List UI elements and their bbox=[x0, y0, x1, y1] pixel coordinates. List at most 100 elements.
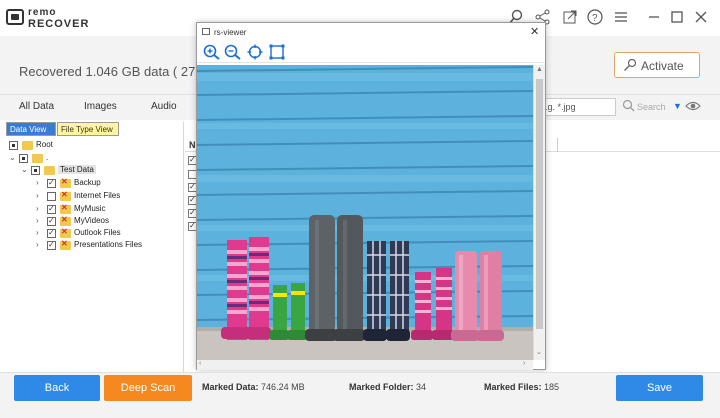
folder-icon bbox=[22, 141, 33, 150]
tree-node-outlook-files[interactable]: › Outlook Files bbox=[36, 227, 181, 240]
tree-node-mymusic[interactable]: › MyMusic bbox=[36, 203, 181, 216]
marked-files-value: 185 bbox=[544, 382, 560, 392]
tree-label: Root bbox=[36, 140, 53, 149]
tree-checkbox[interactable] bbox=[47, 192, 56, 201]
tab-audio[interactable]: Audio bbox=[151, 101, 177, 112]
scroll-left-icon[interactable]: ‹ bbox=[199, 360, 201, 367]
fit-center-icon[interactable] bbox=[246, 44, 264, 60]
marked-folder-label: Marked Folder: bbox=[349, 382, 414, 392]
tree-checkbox[interactable] bbox=[47, 228, 56, 238]
activate-button[interactable]: Activate bbox=[614, 52, 700, 78]
deleted-folder-icon bbox=[60, 177, 71, 188]
export-icon[interactable] bbox=[561, 8, 579, 26]
scroll-right-icon[interactable]: › bbox=[523, 360, 525, 367]
tree-node-backup[interactable]: › Backup bbox=[36, 177, 181, 190]
viewer-close-icon[interactable]: ✕ bbox=[530, 25, 539, 38]
chevron-right-icon[interactable]: › bbox=[36, 228, 39, 237]
activate-label: Activate bbox=[641, 59, 684, 73]
deep-scan-button[interactable]: Deep Scan bbox=[104, 375, 192, 401]
filter-dropdown-icon[interactable]: ▼ bbox=[673, 101, 682, 111]
tree-checkbox[interactable] bbox=[9, 141, 18, 150]
scroll-down-icon[interactable]: ⌄ bbox=[536, 348, 542, 356]
deleted-folder-icon bbox=[60, 215, 71, 226]
help-icon[interactable]: ? bbox=[586, 8, 604, 26]
zoom-out-icon[interactable] bbox=[224, 44, 242, 60]
deleted-folder-icon bbox=[60, 190, 71, 201]
marked-data-value: 746.24 MB bbox=[261, 382, 305, 392]
marked-folder-value: 34 bbox=[416, 382, 427, 392]
logo-text-recover: RECOVER bbox=[28, 18, 90, 30]
deleted-folder-icon bbox=[60, 203, 71, 214]
minimize-icon[interactable] bbox=[645, 8, 663, 26]
viewer-toolbar bbox=[197, 41, 545, 63]
tree-label: MyVideos bbox=[74, 216, 109, 225]
tree-node-myvideos[interactable]: › MyVideos bbox=[36, 215, 181, 228]
chevron-right-icon[interactable]: › bbox=[36, 240, 39, 249]
scroll-up-icon[interactable]: ▲ bbox=[536, 66, 543, 73]
viewer-title: rs-viewer bbox=[214, 28, 247, 37]
tree-checkbox[interactable] bbox=[47, 216, 56, 226]
svg-text:?: ? bbox=[592, 13, 598, 24]
tab-data-view[interactable]: Data View bbox=[6, 122, 56, 136]
tab-images[interactable]: Images bbox=[84, 101, 117, 112]
logo-text-remo: remo bbox=[28, 7, 57, 18]
chevron-right-icon[interactable]: › bbox=[36, 204, 39, 213]
marked-files-stat: Marked Files: 185 bbox=[484, 382, 559, 392]
maximize-icon[interactable] bbox=[668, 8, 686, 26]
chevron-down-icon[interactable]: ⌄ bbox=[21, 165, 28, 174]
tree-label: . bbox=[46, 153, 49, 162]
search-input[interactable]: Search bbox=[620, 98, 670, 116]
chevron-right-icon[interactable]: › bbox=[36, 216, 39, 225]
window-icon bbox=[202, 28, 210, 35]
close-icon[interactable] bbox=[692, 8, 710, 26]
app-logo: remo RECOVER bbox=[6, 6, 96, 30]
tree-label: Outlook Files bbox=[74, 228, 121, 237]
zoom-in-icon[interactable] bbox=[203, 44, 221, 60]
tree-checkbox[interactable] bbox=[47, 178, 56, 188]
eye-icon[interactable] bbox=[685, 99, 701, 111]
preview-image bbox=[197, 65, 533, 360]
scroll-thumb[interactable] bbox=[536, 79, 543, 329]
back-button[interactable]: Back bbox=[14, 375, 100, 401]
recovered-summary: Recovered 1.046 GB data ( 273 bbox=[19, 64, 203, 79]
tree-label: Test Data bbox=[58, 165, 96, 174]
tree-node-presentations-files[interactable]: › Presentations Files bbox=[36, 239, 181, 252]
tree-label: Internet Files bbox=[74, 191, 121, 200]
tree-checkbox[interactable] bbox=[47, 204, 56, 214]
chevron-down-icon[interactable]: ⌄ bbox=[9, 153, 16, 162]
viewer-title-bar[interactable]: rs-viewer ✕ bbox=[197, 23, 545, 41]
column-header-name[interactable]: N bbox=[189, 140, 196, 150]
image-viewer-window[interactable]: rs-viewer ✕ ▲ ⌄ ‹ › bbox=[196, 22, 546, 370]
tree-node-internet-files[interactable]: › Internet Files bbox=[36, 190, 181, 203]
deleted-folder-icon bbox=[60, 227, 71, 238]
save-button[interactable]: Save bbox=[616, 375, 703, 401]
folder-icon bbox=[44, 166, 55, 175]
tab-file-type-view[interactable]: File Type View bbox=[57, 122, 119, 136]
menu-icon[interactable] bbox=[612, 8, 630, 26]
tree-label: Presentations Files bbox=[74, 240, 143, 249]
tree-label: MyMusic bbox=[74, 204, 106, 213]
viewer-horizontal-scrollbar[interactable]: ‹ › bbox=[197, 360, 533, 370]
tree-checkbox[interactable] bbox=[19, 154, 28, 163]
marked-data-label: Marked Data: bbox=[202, 382, 259, 392]
marked-folder-stat: Marked Folder: 34 bbox=[349, 382, 426, 392]
tab-all-data[interactable]: All Data bbox=[19, 101, 54, 112]
marked-files-label: Marked Files: bbox=[484, 382, 542, 392]
extension-filter-input[interactable]: .g. *.jpg bbox=[540, 98, 616, 116]
viewer-vertical-scrollbar[interactable]: ▲ ⌄ bbox=[533, 65, 545, 360]
deleted-folder-icon bbox=[60, 239, 71, 250]
key-icon bbox=[623, 58, 637, 75]
tree-label: Backup bbox=[74, 178, 101, 187]
tree-checkbox[interactable] bbox=[31, 166, 40, 175]
tree-node-root[interactable]: Root bbox=[9, 140, 179, 152]
column-divider[interactable] bbox=[557, 138, 558, 152]
folder-icon bbox=[32, 154, 43, 163]
logo-mark-icon bbox=[6, 9, 24, 25]
tree-checkbox[interactable] bbox=[47, 240, 56, 250]
chevron-right-icon[interactable]: › bbox=[36, 178, 39, 187]
tree-node-test-data[interactable]: ⌄ Test Data bbox=[21, 165, 181, 177]
search-placeholder: Search bbox=[637, 102, 666, 112]
fullscreen-icon[interactable] bbox=[268, 44, 286, 60]
chevron-right-icon[interactable]: › bbox=[36, 191, 39, 200]
tree-node-dot[interactable]: ⌄ . bbox=[9, 153, 179, 165]
